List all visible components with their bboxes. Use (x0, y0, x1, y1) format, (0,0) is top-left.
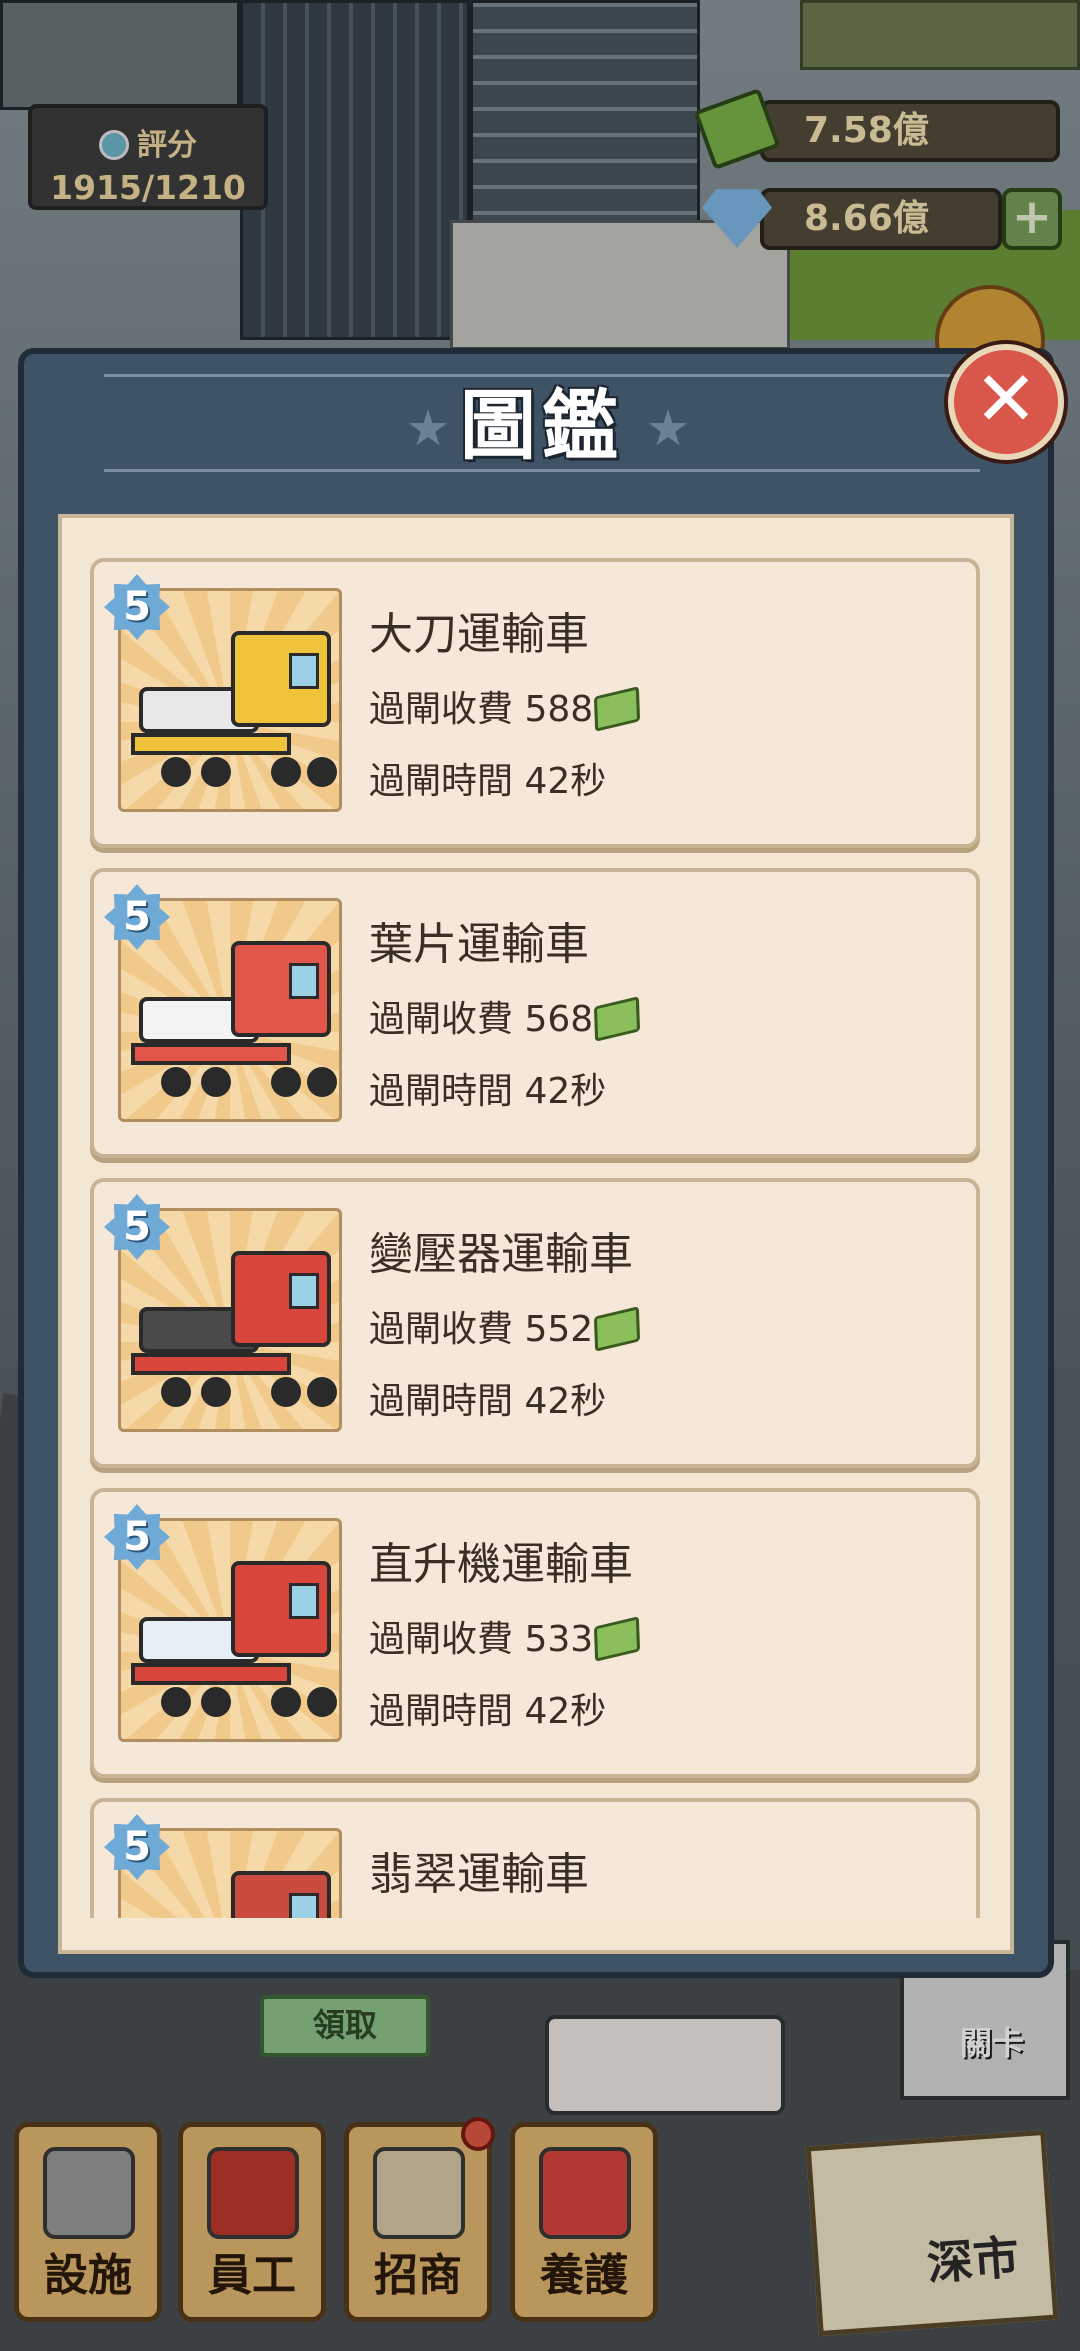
cash-icon (594, 996, 641, 1042)
toll-time-value: 42秒 (524, 1691, 607, 1732)
window-shape (289, 653, 319, 689)
toll-fee: 過閘收費 533 (369, 1610, 641, 1662)
trailer-shape (131, 1353, 291, 1375)
toll-time-label: 過閘時間 (369, 1691, 514, 1732)
wheel-shape (307, 1687, 337, 1717)
toll-time-value: 42秒 (524, 761, 607, 802)
window-shape (289, 1893, 319, 1918)
vehicle-card[interactable]: 5 直升機運輸車 過閘收費 533 過閘時間 42秒 (90, 1488, 980, 1778)
toll-time-label: 過閘時間 (369, 761, 514, 802)
wheel-shape (161, 1377, 191, 1407)
toll-fee-label: 過閘收費 (369, 1309, 514, 1350)
toll-fee-label: 過閘收費 (369, 999, 514, 1040)
toll-time: 過閘時間 42秒 (369, 1372, 606, 1424)
cash-icon (594, 686, 641, 732)
catalog-paper: 5 大刀運輸車 過閘收費 588 過閘時間 42秒 5 葉片運輸車 過閘收費 568 過閘時間… (58, 514, 1014, 1954)
toll-fee: 過閘收費 588 (369, 680, 641, 732)
toll-time-value: 42秒 (524, 1071, 607, 1112)
toll-time-label: 過閘時間 (369, 1071, 514, 1112)
toll-time: 過閘時間 42秒 (369, 1062, 606, 1114)
cab-shape (231, 941, 331, 1037)
cab-shape (231, 1251, 331, 1347)
close-button[interactable]: ✕ (948, 344, 1064, 460)
cab-shape (231, 1871, 331, 1918)
wheel-shape (161, 757, 191, 787)
toll-fee: 過閘收費 568 (369, 990, 641, 1042)
toll-fee-value: 568 (524, 999, 594, 1040)
vehicle-name: 變壓器運輸車 (369, 1229, 633, 1280)
wheel-shape (271, 1067, 301, 1097)
wheel-shape (271, 757, 301, 787)
wheel-shape (161, 1687, 191, 1717)
window-shape (289, 963, 319, 999)
modal-header: 圖鑑 (104, 374, 980, 472)
cash-icon (594, 1616, 641, 1662)
cab-shape (231, 1561, 331, 1657)
trailer-shape (131, 733, 291, 755)
wheel-shape (271, 1687, 301, 1717)
toll-time: 過閘時間 42秒 (369, 1682, 606, 1734)
toll-fee-value: 588 (524, 689, 594, 730)
toll-time-label: 過閘時間 (369, 1381, 514, 1422)
vehicle-card[interactable]: 5 變壓器運輸車 過閘收費 552 過閘時間 42秒 (90, 1178, 980, 1468)
vehicle-card[interactable]: 5 葉片運輸車 過閘收費 568 過閘時間 42秒 (90, 868, 980, 1158)
vehicle-name: 葉片運輸車 (369, 919, 589, 970)
vehicle-name: 直升機運輸車 (369, 1539, 633, 1590)
toll-fee-value: 533 (524, 1619, 594, 1660)
toll-fee-value: 552 (524, 1309, 594, 1350)
cab-shape (231, 631, 331, 727)
vehicle-card[interactable]: 5 翡翠運輸車 (90, 1798, 980, 1918)
wheel-shape (201, 1687, 231, 1717)
vehicle-name: 翡翠運輸車 (369, 1849, 589, 1900)
wheel-shape (307, 1377, 337, 1407)
window-shape (289, 1583, 319, 1619)
wheel-shape (307, 757, 337, 787)
wheel-shape (307, 1067, 337, 1097)
toll-fee-label: 過閘收費 (369, 1619, 514, 1660)
vehicle-card[interactable]: 5 大刀運輸車 過閘收費 588 過閘時間 42秒 (90, 558, 980, 848)
toll-fee-label: 過閘收費 (369, 689, 514, 730)
trailer-shape (131, 1043, 291, 1065)
wheel-shape (161, 1067, 191, 1097)
wheel-shape (201, 757, 231, 787)
cash-icon (594, 1306, 641, 1352)
toll-time-value: 42秒 (524, 1381, 607, 1422)
toll-fee: 過閘收費 552 (369, 1300, 641, 1352)
vehicle-list[interactable]: 5 大刀運輸車 過閘收費 588 過閘時間 42秒 5 葉片運輸車 過閘收費 568 過閘時間… (90, 558, 980, 1918)
catalog-modal: 圖鑑 ✕ 5 大刀運輸車 過閘收費 588 過閘時間 42秒 5 葉片運輸車 過閘收費 56… (18, 344, 1064, 1978)
wheel-shape (201, 1067, 231, 1097)
trailer-shape (131, 1663, 291, 1685)
modal-title: 圖鑑 (460, 381, 624, 470)
vehicle-name: 大刀運輸車 (369, 609, 589, 660)
wheel-shape (201, 1377, 231, 1407)
window-shape (289, 1273, 319, 1309)
wheel-shape (271, 1377, 301, 1407)
toll-time: 過閘時間 42秒 (369, 752, 606, 804)
